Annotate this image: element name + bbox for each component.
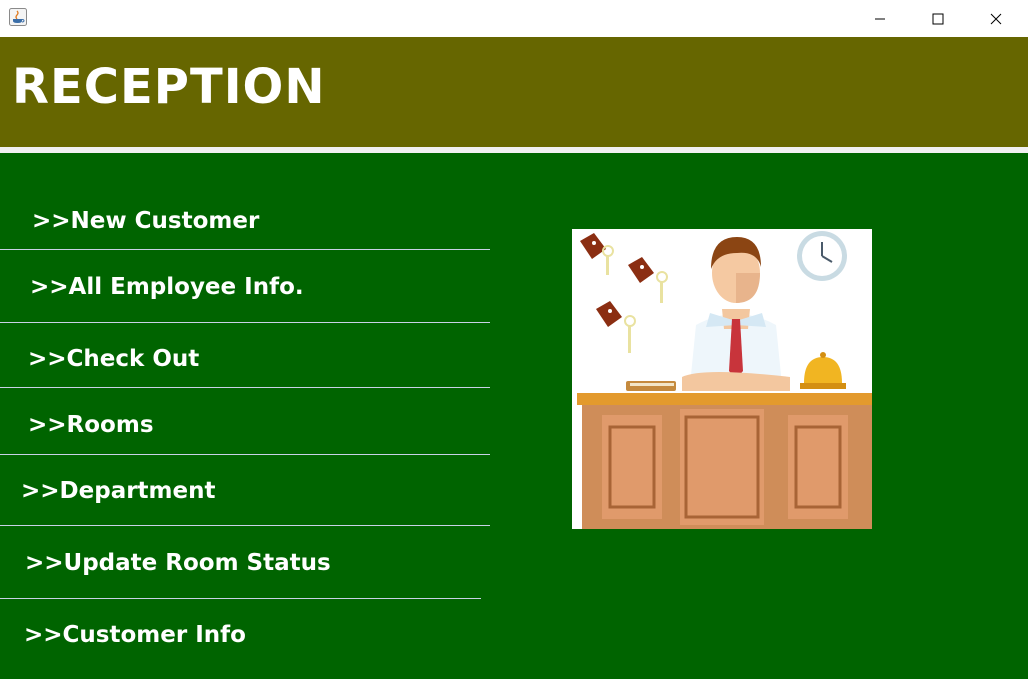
menu-item-department[interactable]: >>Department (21, 478, 216, 504)
divider (0, 387, 490, 388)
menu-item-customer-info[interactable]: >>Customer Info (24, 622, 246, 648)
minimize-icon (875, 18, 885, 19)
menu-item-rooms[interactable]: >>Rooms (28, 412, 154, 438)
divider (0, 322, 490, 323)
divider (0, 249, 490, 250)
menu-item-check-out[interactable]: >>Check Out (28, 346, 199, 372)
page-title: RECEPTION (12, 59, 326, 115)
divider (0, 598, 481, 599)
menu-item-all-employee-info[interactable]: >>All Employee Info. (30, 274, 304, 300)
wall-clock-icon (797, 231, 847, 281)
reception-desk (577, 393, 872, 529)
maximize-button[interactable] (909, 0, 967, 37)
window-titlebar[interactable] (0, 0, 1028, 37)
divider (0, 525, 490, 526)
close-button[interactable] (967, 0, 1025, 37)
header-bar: RECEPTION (0, 37, 1028, 147)
minimize-button[interactable] (851, 0, 909, 37)
receptionist-illustration (572, 229, 872, 529)
java-app-icon (9, 8, 27, 26)
menu-item-new-customer[interactable]: >>New Customer (32, 208, 259, 234)
close-icon (990, 13, 1002, 24)
maximize-icon (932, 13, 944, 24)
divider (0, 454, 490, 455)
menu-item-update-room-status[interactable]: >>Update Room Status (25, 550, 331, 576)
